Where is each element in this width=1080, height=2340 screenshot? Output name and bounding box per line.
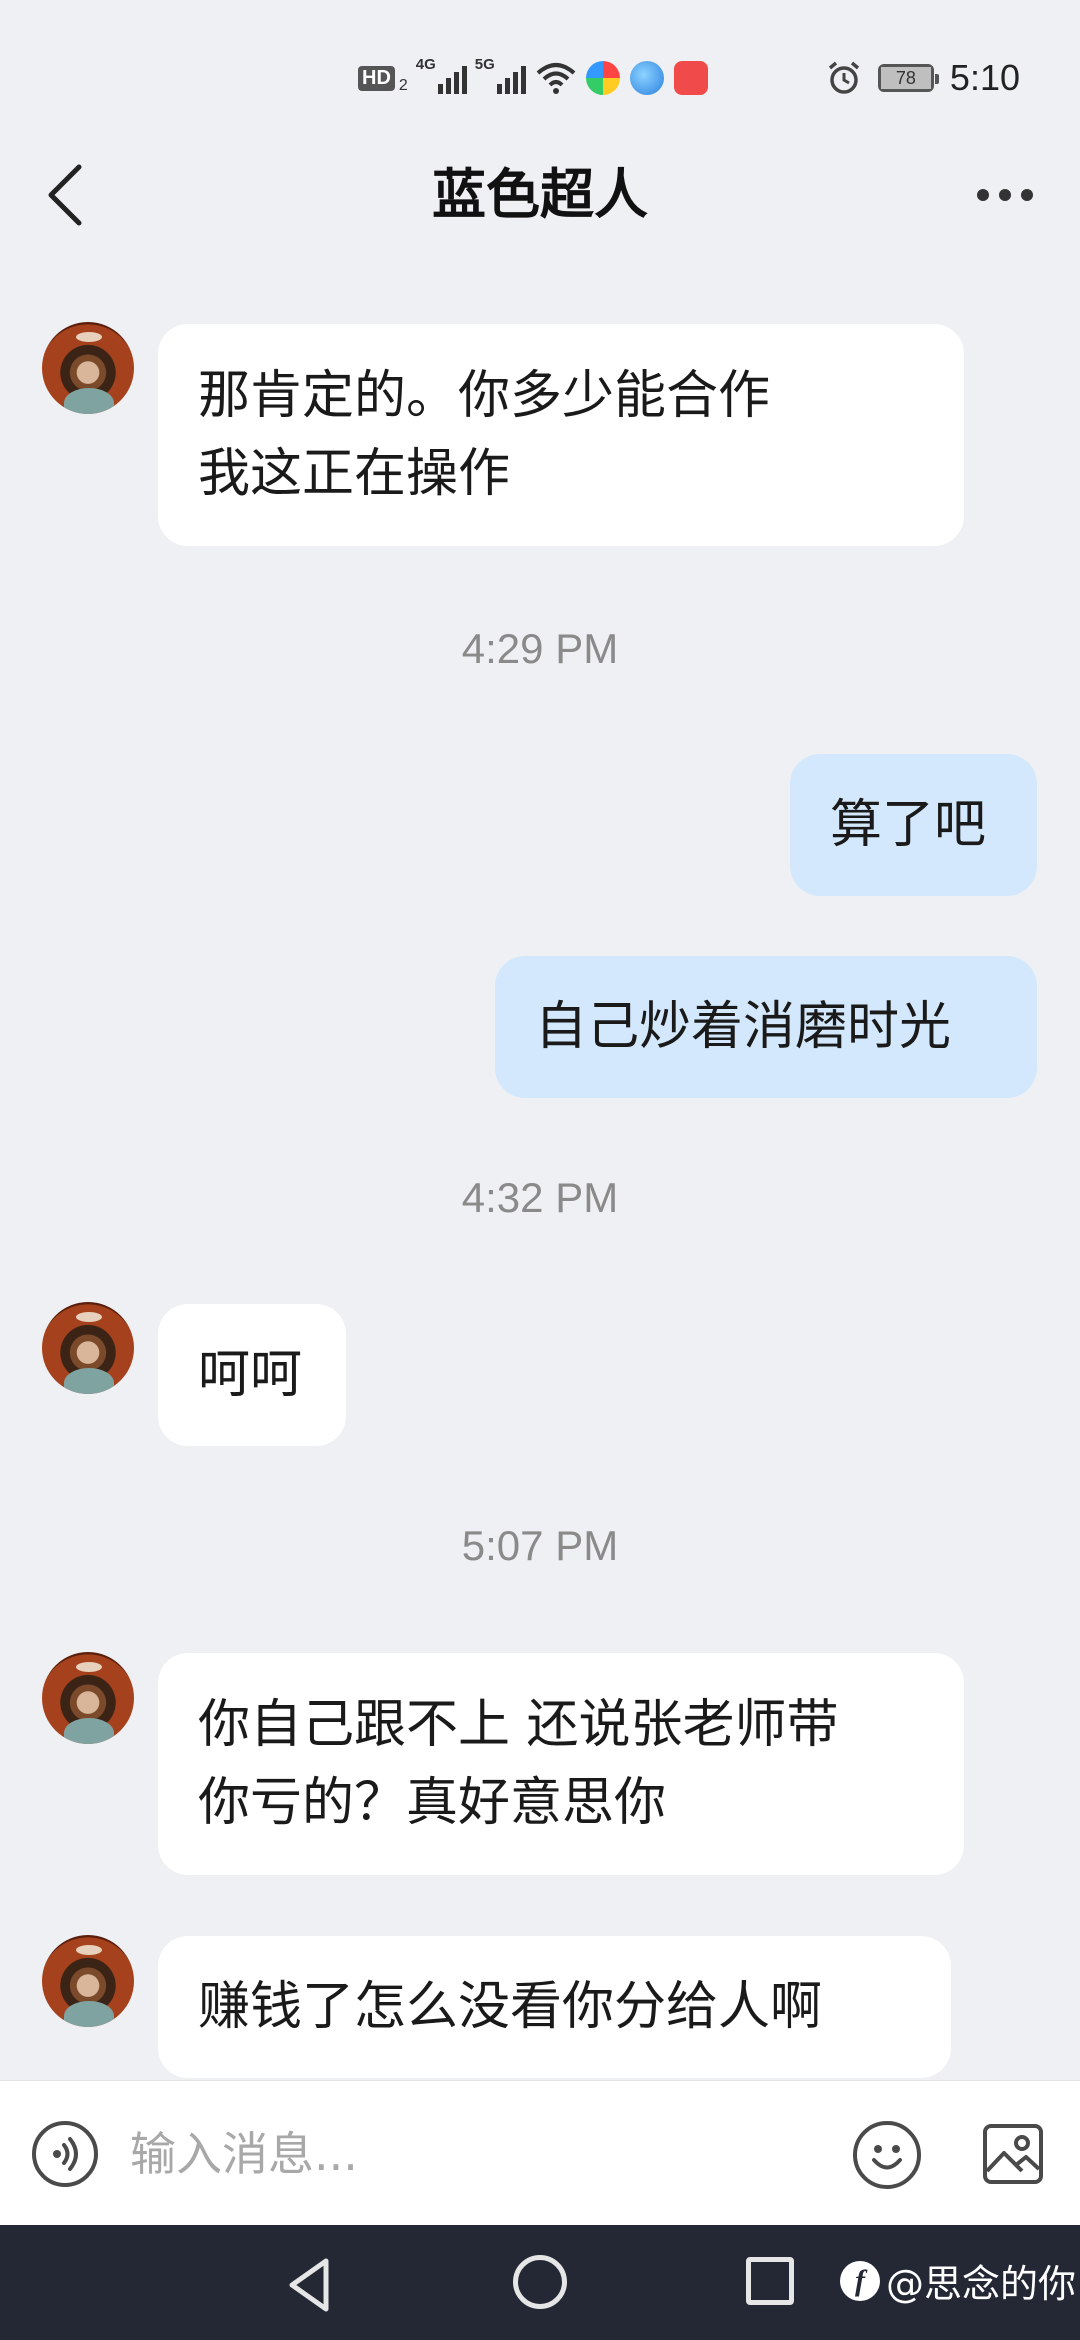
voice-input-button[interactable] xyxy=(32,2121,98,2187)
status-icons-left: HD 2 4G 5G xyxy=(358,56,708,98)
message-text: 算了吧 xyxy=(830,795,987,855)
watermark-text: @思念的你 xyxy=(886,2262,1077,2306)
message-text: 呵呵 xyxy=(198,1345,303,1405)
status-bar: HD 2 4G 5G 78 5:10 xyxy=(0,0,1080,120)
message-text: 那肯定的。你多少能合作 xyxy=(198,366,771,426)
signal-icon-1: 4G xyxy=(416,56,467,94)
more-dot-icon xyxy=(1021,189,1033,201)
nav-home-icon[interactable] xyxy=(513,2255,567,2309)
signal-icon-2: 5G xyxy=(475,56,526,94)
contact-avatar[interactable] xyxy=(42,322,134,414)
battery-icon: 78 xyxy=(877,64,939,92)
received-message-bubble[interactable]: 赚钱了怎么没看你分给人啊 xyxy=(158,1936,951,2078)
alarm-icon xyxy=(828,61,860,94)
more-options-button[interactable] xyxy=(960,160,1050,230)
image-icon xyxy=(983,2124,1043,2184)
status-icons-right: 78 5:10 xyxy=(826,56,1020,100)
received-message-bubble[interactable]: 那肯定的。你多少能合作 我这正在操作 xyxy=(158,324,964,546)
chat-header: 蓝色超人 xyxy=(0,140,1080,250)
received-message-bubble[interactable]: 呵呵 xyxy=(158,1304,346,1446)
emoji-button[interactable] xyxy=(853,2121,921,2189)
book-notification-icon xyxy=(673,61,708,95)
battery-level: 78 xyxy=(880,67,931,89)
contact-avatar[interactable] xyxy=(42,1935,134,2027)
contact-avatar[interactable] xyxy=(42,1302,134,1394)
received-message-bubble[interactable]: 你自己跟不上 还说张老师带 你亏的？真好意思你 xyxy=(158,1653,964,1875)
message-text: 自己炒着消磨时光 xyxy=(535,997,952,1057)
message-input-bar xyxy=(0,2080,1080,2225)
contact-avatar[interactable] xyxy=(42,1652,134,1744)
message-input[interactable] xyxy=(130,2111,810,2197)
nav-back-icon[interactable] xyxy=(282,2255,342,2315)
image-button[interactable] xyxy=(982,2123,1044,2185)
more-dot-icon xyxy=(977,189,989,201)
sim-number: 2 xyxy=(398,77,408,94)
browser-notification-icon xyxy=(629,61,664,95)
nav-recents-icon[interactable] xyxy=(746,2257,794,2305)
voice-icon xyxy=(53,2137,78,2171)
hd-icon: HD xyxy=(358,65,395,91)
wifi-icon xyxy=(536,63,576,94)
smiley-icon xyxy=(872,2145,902,2170)
message-text: 赚钱了怎么没看你分给人啊 xyxy=(198,1977,823,2037)
watermark: f @思念的你 xyxy=(840,2253,1076,2308)
sent-message-bubble[interactable]: 算了吧 xyxy=(790,754,1037,896)
message-text: 我这正在操作 xyxy=(198,444,511,504)
chat-title: 蓝色超人 xyxy=(432,163,648,226)
message-timestamp: 5:07 PM xyxy=(461,1522,619,1569)
system-nav-bar: f @思念的你 xyxy=(0,2225,1080,2340)
status-time: 5:10 xyxy=(949,57,1020,98)
watermark-logo-icon: f xyxy=(840,2260,880,2301)
more-dot-icon xyxy=(999,189,1011,201)
message-timestamp: 4:32 PM xyxy=(461,1174,619,1221)
message-text: 你亏的？真好意思你 xyxy=(198,1773,667,1833)
sent-message-bubble[interactable]: 自己炒着消磨时光 xyxy=(495,956,1037,1098)
app-notification-icon-1 xyxy=(585,61,620,95)
message-text: 你自己跟不上 还说张老师带 xyxy=(198,1695,839,1755)
message-timestamp: 4:29 PM xyxy=(461,625,619,672)
